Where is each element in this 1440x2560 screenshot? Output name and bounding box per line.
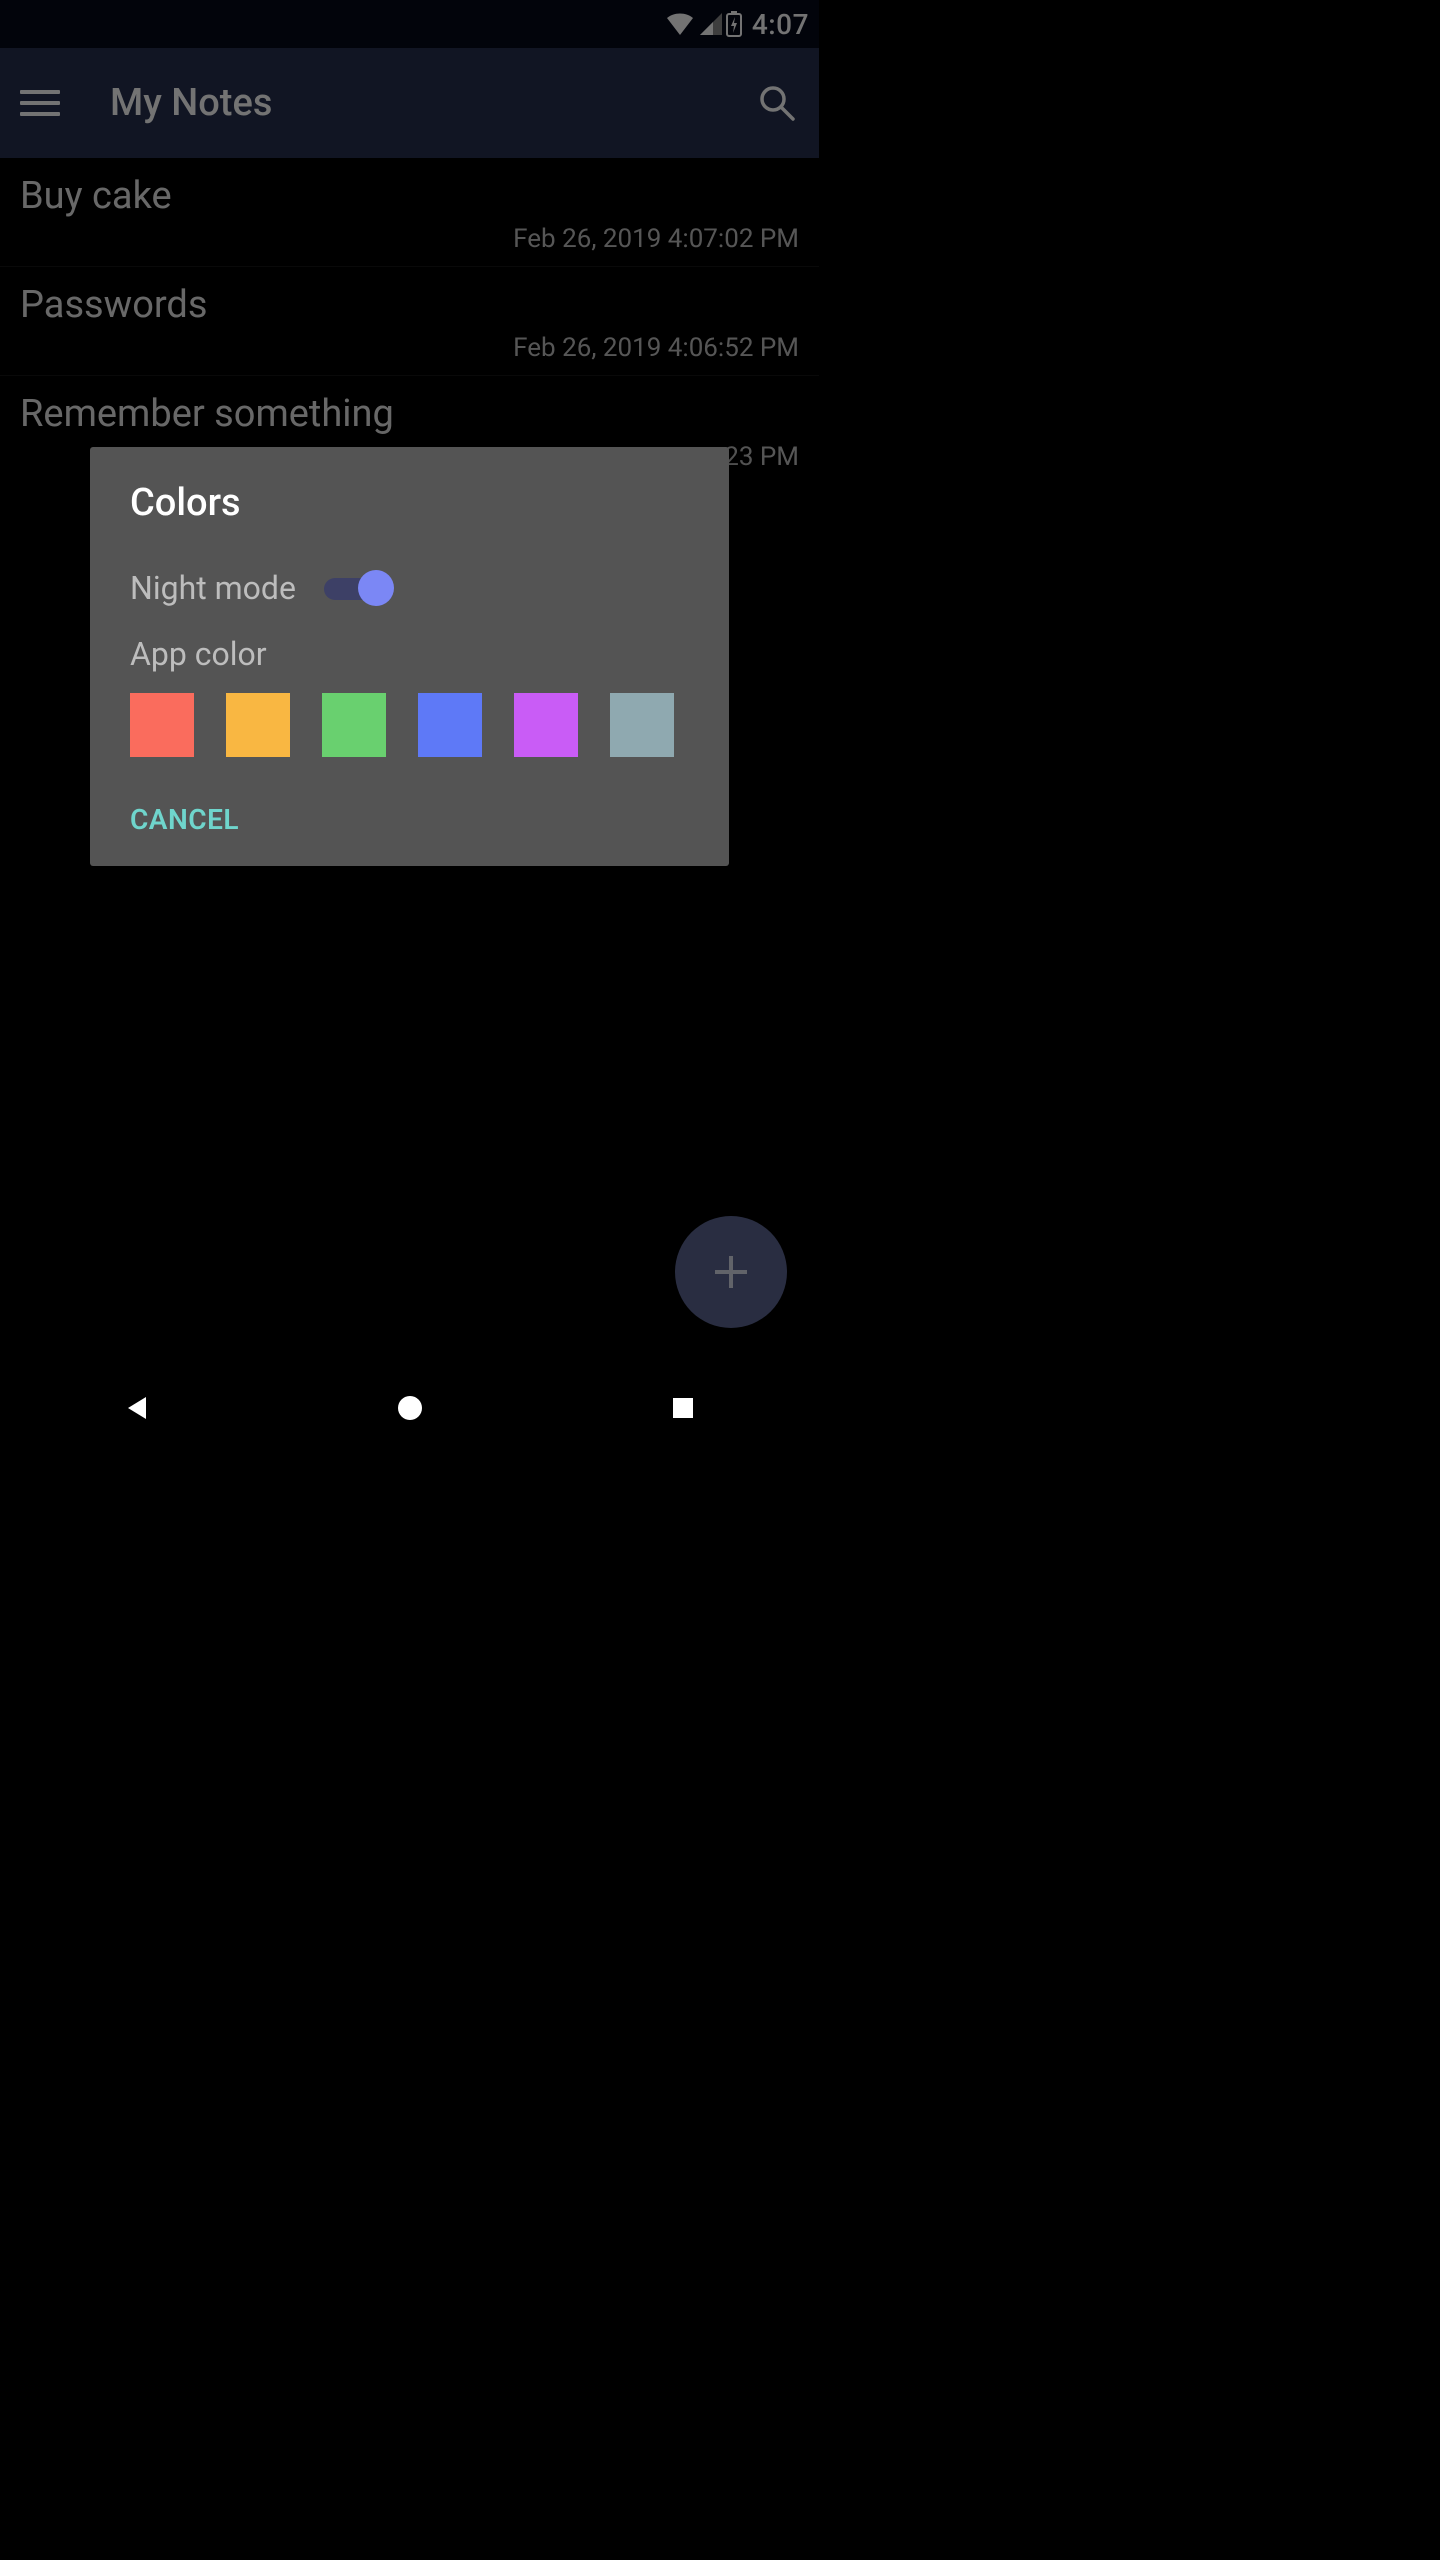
color-swatch-green[interactable] xyxy=(322,693,386,757)
circle-home-icon xyxy=(396,1394,424,1422)
switch-thumb xyxy=(358,570,394,606)
nav-back-button[interactable] xyxy=(117,1388,157,1428)
color-swatch-purple[interactable] xyxy=(514,693,578,757)
night-mode-label: Night mode xyxy=(130,569,296,607)
triangle-back-icon xyxy=(122,1393,152,1423)
color-swatches xyxy=(130,693,689,757)
dialog-title: Colors xyxy=(130,481,689,525)
cancel-button[interactable]: CANCEL xyxy=(130,803,239,836)
nav-bar xyxy=(0,1360,819,1456)
dialog-actions: CANCEL xyxy=(130,803,689,836)
nav-recents-button[interactable] xyxy=(663,1388,703,1428)
color-swatch-orange[interactable] xyxy=(226,693,290,757)
nav-home-button[interactable] xyxy=(390,1388,430,1428)
square-recents-icon xyxy=(670,1395,696,1421)
night-mode-row: Night mode xyxy=(130,569,689,607)
colors-dialog: Colors Night mode App color CANCEL xyxy=(90,447,729,866)
app-color-label: App color xyxy=(130,635,689,673)
color-swatch-slate[interactable] xyxy=(610,693,674,757)
night-mode-switch[interactable] xyxy=(324,572,388,604)
color-swatch-red[interactable] xyxy=(130,693,194,757)
color-swatch-blue[interactable] xyxy=(418,693,482,757)
